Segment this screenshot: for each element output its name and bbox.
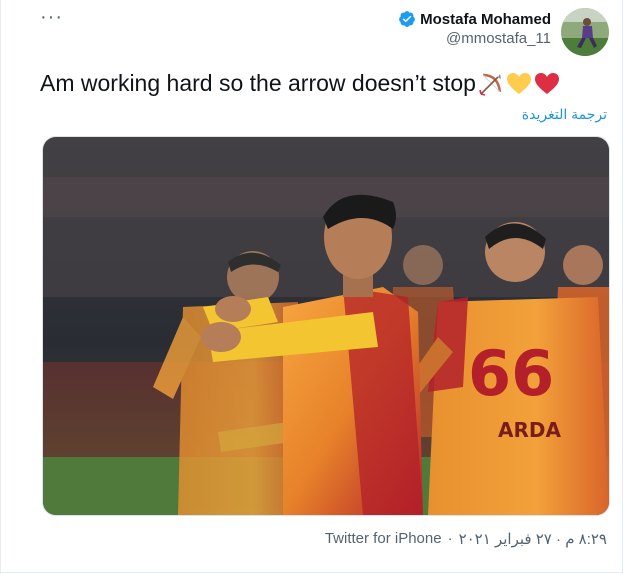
bottom-divider	[0, 572, 623, 573]
user-handle[interactable]: @mmostafa_11	[398, 30, 551, 47]
photo-players-celebrating: 66 ARDA	[43, 137, 609, 515]
tweet-timestamp[interactable]: ٨:٢٩ م · ٢٧ فبراير ٢٠٢١	[459, 530, 607, 548]
tweet-text: Am working hard so the arrow doesn’t sto…	[40, 70, 560, 97]
translate-tweet-link[interactable]: ترجمة التغريدة	[522, 106, 607, 123]
more-options-button[interactable]: ···	[40, 6, 63, 29]
display-name[interactable]: Mostafa Mohamed	[420, 11, 551, 28]
jersey-number: 66	[468, 337, 554, 410]
tweet-text-body: Am working hard so the arrow doesn’t sto…	[40, 70, 476, 96]
tweet-header: Mostafa Mohamed @mmostafa_11	[398, 8, 609, 56]
bow-and-arrow-icon	[479, 73, 502, 96]
tweet-meta: Twitter for iPhone · ٨:٢٩ م · ٢٧ فبراير …	[325, 530, 607, 548]
red-heart-icon	[534, 72, 559, 94]
author-block: Mostafa Mohamed @mmostafa_11	[398, 10, 551, 47]
jersey-name: ARDA	[498, 418, 561, 442]
meta-separator: ·	[447, 530, 453, 547]
tweet-source[interactable]: Twitter for iPhone	[325, 530, 442, 548]
frame-left-border	[0, 0, 1, 574]
verified-badge-icon	[399, 11, 416, 27]
tweet-photo[interactable]: 66 ARDA	[42, 136, 610, 516]
yellow-heart-icon	[506, 72, 531, 94]
avatar[interactable]	[561, 8, 609, 56]
